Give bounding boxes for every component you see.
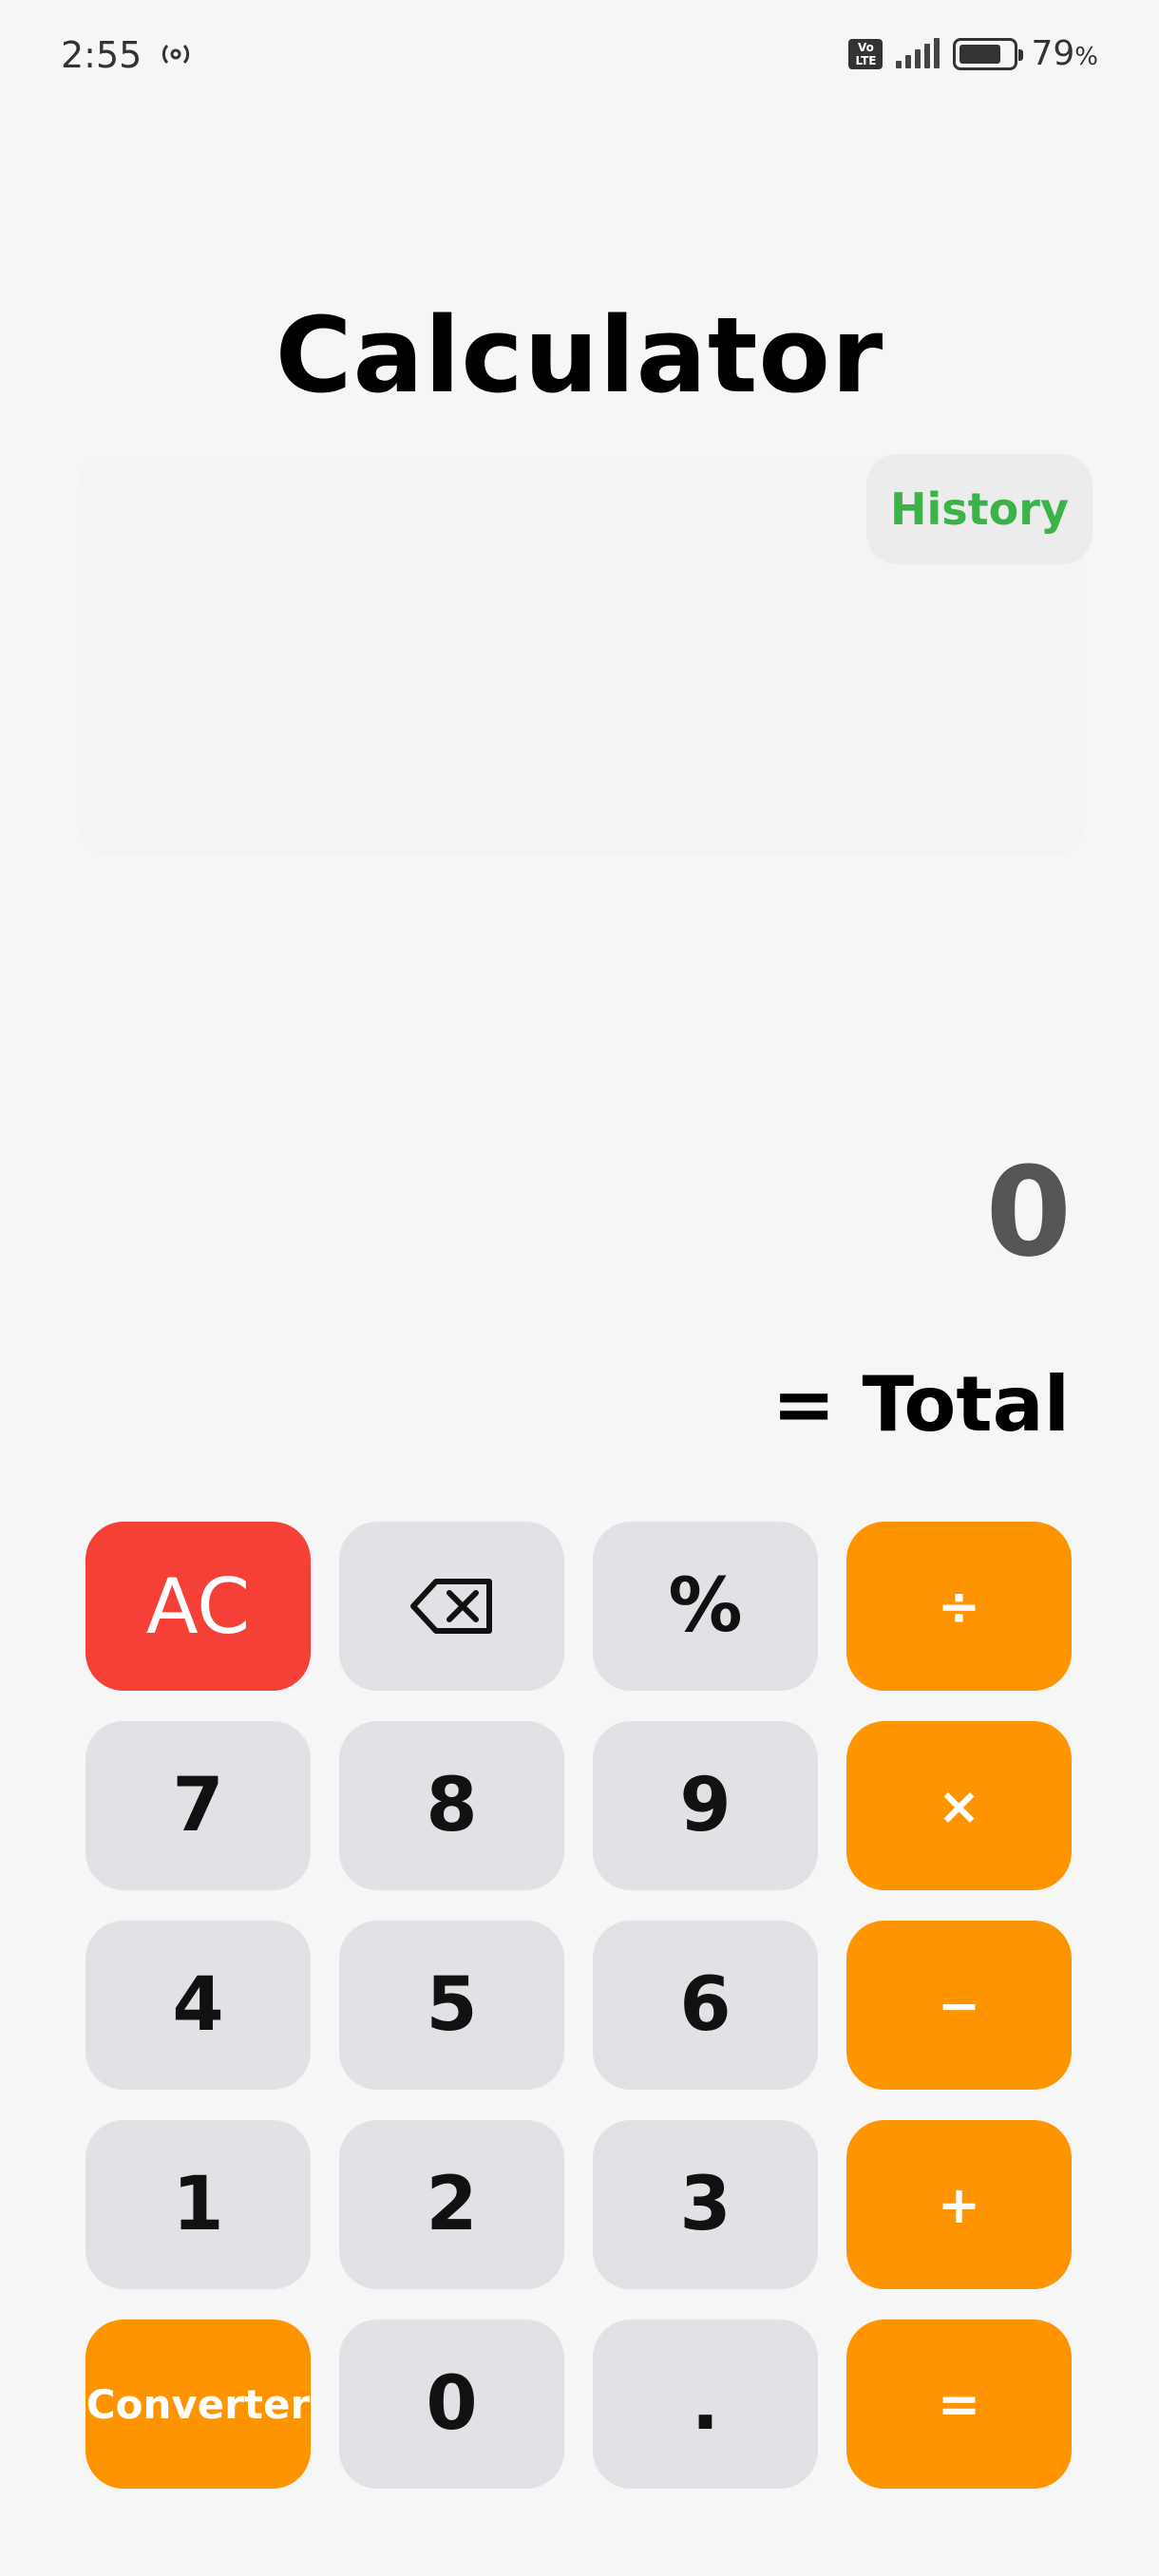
digit-7-button[interactable]: 7 — [86, 1721, 311, 1890]
digit-1-button[interactable]: 1 — [86, 2120, 311, 2289]
subtract-button[interactable]: − — [846, 1921, 1072, 2090]
digit-0-button[interactable]: 0 — [339, 2320, 564, 2489]
equals-button[interactable]: = — [846, 2320, 1072, 2489]
backspace-icon — [409, 1576, 495, 1637]
battery-fill — [960, 44, 1001, 64]
history-button[interactable]: History — [866, 454, 1092, 564]
percent-button[interactable]: % — [593, 1522, 818, 1691]
digit-6-button[interactable]: 6 — [593, 1921, 818, 2090]
decimal-button[interactable]: . — [593, 2320, 818, 2489]
calculator-screen: 2:55 Vo LTE 79% Calculator History 0 = T… — [0, 0, 1159, 2576]
add-button[interactable]: + — [846, 2120, 1072, 2289]
digit-9-button[interactable]: 9 — [593, 1721, 818, 1890]
multiply-button[interactable]: × — [846, 1721, 1072, 1890]
page-title: Calculator — [275, 294, 884, 416]
total-label: = Total — [771, 1360, 1070, 1449]
clear-button[interactable]: AC — [86, 1522, 311, 1691]
hotspot-icon — [160, 40, 192, 68]
divide-button[interactable]: ÷ — [846, 1522, 1072, 1691]
digit-8-button[interactable]: 8 — [339, 1721, 564, 1890]
backspace-button[interactable] — [339, 1522, 564, 1691]
digit-2-button[interactable]: 2 — [339, 2120, 564, 2289]
status-time: 2:55 — [61, 34, 142, 76]
battery-icon — [953, 37, 1024, 70]
converter-button[interactable]: Converter — [86, 2320, 311, 2489]
battery-percent: 79% — [1031, 34, 1098, 73]
result-display: 0 — [985, 1140, 1072, 1284]
keypad: AC % ÷ 7 8 9 × 4 5 6 − 1 2 3 + Converter… — [86, 1522, 1074, 2489]
status-indicators: Vo LTE 79% — [848, 34, 1098, 73]
digit-3-button[interactable]: 3 — [593, 2120, 818, 2289]
digit-5-button[interactable]: 5 — [339, 1921, 564, 2090]
digit-4-button[interactable]: 4 — [86, 1921, 311, 2090]
volte-icon: Vo LTE — [848, 38, 884, 69]
signal-icon — [896, 37, 940, 68]
